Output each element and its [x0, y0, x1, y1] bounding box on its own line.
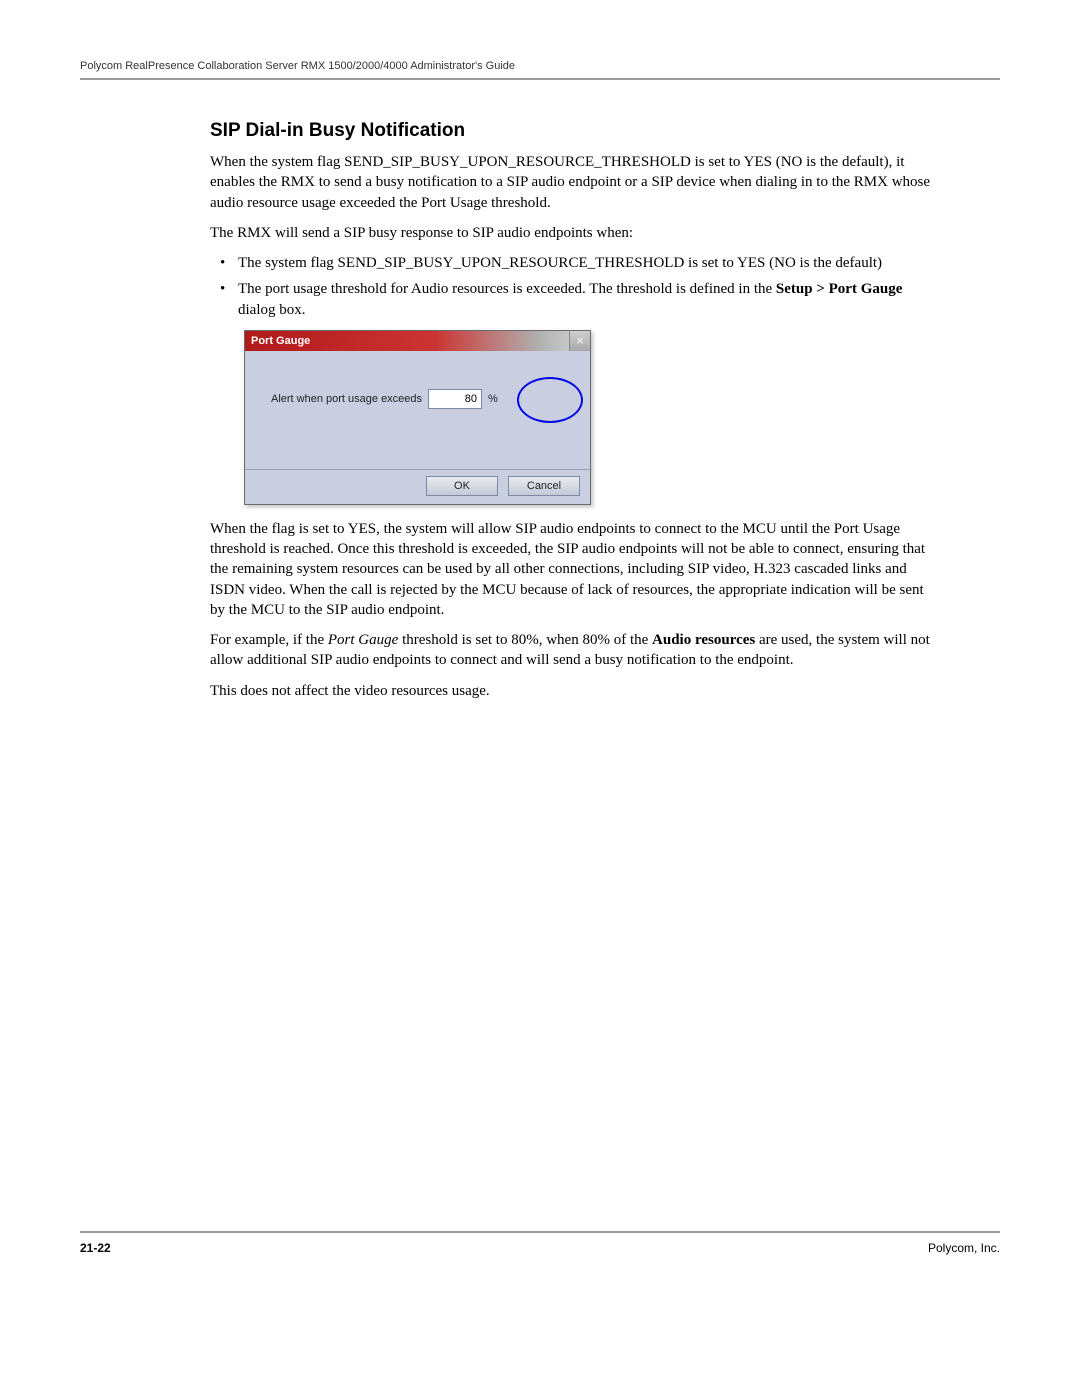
paragraph: When the flag is set to YES, the system …: [210, 519, 940, 620]
dialog-title: Port Gauge: [251, 335, 310, 347]
text-bold: Setup > Port Gauge: [776, 281, 902, 297]
text: dialog box.: [238, 302, 306, 318]
dialog-footer: OK Cancel: [245, 469, 590, 504]
close-icon[interactable]: ×: [569, 331, 590, 351]
main-content: SIP Dial-in Busy Notification When the s…: [210, 120, 940, 701]
paragraph: The RMX will send a SIP busy response to…: [210, 223, 940, 243]
text: The port usage threshold for Audio resou…: [238, 281, 776, 297]
dialog-screenshot: Port Gauge × Alert when port usage excee…: [244, 330, 940, 505]
text-bold: Audio resources: [652, 632, 755, 648]
ok-button[interactable]: OK: [426, 476, 498, 496]
field-label: Alert when port usage exceeds: [271, 393, 422, 405]
dialog-titlebar: Port Gauge ×: [245, 331, 590, 351]
text-italic: Port Gauge: [328, 632, 398, 648]
annotation-oval: [517, 377, 583, 423]
paragraph: For example, if the Port Gauge threshold…: [210, 630, 940, 671]
page-footer: 21-22 Polycom, Inc.: [80, 1231, 1000, 1255]
cancel-button[interactable]: Cancel: [508, 476, 580, 496]
dialog-body: Alert when port usage exceeds %: [245, 351, 590, 469]
list-item: The port usage threshold for Audio resou…: [210, 279, 940, 320]
list-item: The system flag SEND_SIP_BUSY_UPON_RESOU…: [210, 253, 940, 273]
percent-label: %: [488, 393, 498, 405]
running-header: Polycom RealPresence Collaboration Serve…: [80, 60, 1000, 80]
company-name: Polycom, Inc.: [928, 1241, 1000, 1255]
paragraph: This does not affect the video resources…: [210, 681, 940, 701]
paragraph: When the system flag SEND_SIP_BUSY_UPON_…: [210, 152, 940, 213]
bullet-list: The system flag SEND_SIP_BUSY_UPON_RESOU…: [210, 253, 940, 320]
text: threshold is set to 80%, when 80% of the: [398, 632, 652, 648]
section-title: SIP Dial-in Busy Notification: [210, 120, 940, 142]
port-usage-input[interactable]: [428, 389, 482, 409]
port-gauge-dialog: Port Gauge × Alert when port usage excee…: [244, 330, 591, 505]
page-number: 21-22: [80, 1241, 111, 1255]
text: For example, if the: [210, 632, 328, 648]
